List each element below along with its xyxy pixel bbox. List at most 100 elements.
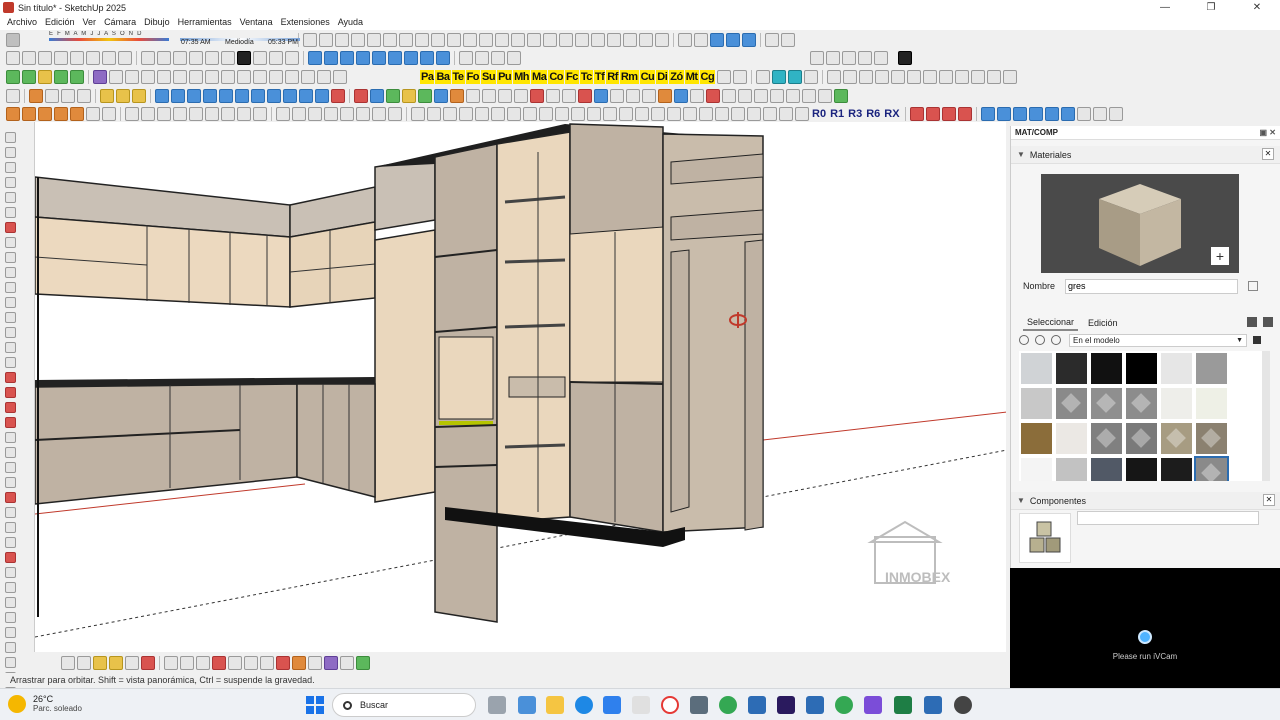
drawing-viewport[interactable]: INMOBEX (34, 122, 1006, 652)
section-icon-2[interactable] (189, 51, 203, 65)
component-icon-5[interactable] (372, 51, 386, 65)
solid-icon-3[interactable] (132, 89, 146, 103)
nav-icon-8[interactable] (1092, 107, 1107, 121)
ax-icon[interactable] (941, 107, 956, 121)
material-swatch[interactable] (1091, 353, 1122, 384)
line-tool-icon[interactable] (5, 222, 16, 233)
shape-icon-12[interactable] (530, 89, 544, 103)
3d-text-icon[interactable] (5, 537, 16, 548)
nav-icon-7[interactable] (1076, 107, 1091, 121)
tool-b-icon-20[interactable] (715, 107, 729, 121)
tag-icon[interactable] (6, 107, 20, 121)
material-swatch[interactable] (1021, 388, 1052, 419)
box-icon[interactable] (463, 32, 477, 47)
view-top-icon[interactable] (141, 107, 155, 121)
view-icon-4[interactable] (237, 107, 251, 121)
plugin-button-tc[interactable]: Tc (579, 70, 593, 84)
arrow-icon[interactable] (559, 32, 573, 47)
bottom-tool-icon-6[interactable] (141, 656, 155, 670)
arrow-blue-icon-5[interactable] (219, 89, 233, 103)
view-bottom-icon[interactable] (221, 107, 235, 121)
plugin-icon-10[interactable] (237, 70, 251, 84)
rotate-rx-button[interactable]: RX (882, 108, 901, 120)
material-swatch[interactable] (1161, 423, 1192, 454)
line-icon[interactable] (285, 70, 299, 84)
component-icon-2[interactable] (324, 51, 338, 65)
tag-icon-2[interactable] (22, 107, 36, 121)
shape-icon-23[interactable] (738, 89, 752, 103)
shape-icon-10[interactable] (498, 89, 512, 103)
forward-icon[interactable] (1253, 336, 1261, 344)
bottom-tool-icon-18[interactable] (340, 656, 354, 670)
line-tool-icon-2[interactable] (5, 237, 16, 248)
plugin-button-tf[interactable]: Tf (593, 70, 606, 84)
cut-icon[interactable] (70, 51, 84, 65)
rectangle-icon[interactable] (5, 252, 16, 263)
add-material-button[interactable]: + (1211, 247, 1229, 265)
window-icon-3[interactable] (842, 51, 856, 65)
material-swatch[interactable] (1196, 423, 1227, 454)
window-icon-2[interactable] (826, 51, 840, 65)
tool-icon-14[interactable] (971, 70, 986, 84)
tab-edit[interactable]: Edición (1084, 316, 1122, 330)
start-button[interactable] (306, 696, 324, 714)
sketchup-icon-3[interactable] (924, 696, 942, 714)
rectangle-tool-icon[interactable] (303, 32, 317, 47)
edge-icon[interactable] (575, 696, 593, 714)
print-icon[interactable] (86, 51, 100, 65)
tag-icon-5[interactable] (70, 107, 84, 121)
tool-b-icon-21[interactable] (731, 107, 745, 121)
tool-b-icon-3[interactable] (443, 107, 457, 121)
tool-b-icon[interactable] (411, 107, 425, 121)
shape-icon-20[interactable] (690, 89, 704, 103)
pencil-icon[interactable] (5, 192, 16, 203)
library-dropdown[interactable]: En el modelo ▼ (1069, 333, 1247, 347)
arrow-blue-icon[interactable] (155, 89, 169, 103)
tool-icon-4[interactable] (804, 70, 819, 84)
arc-icon[interactable] (6, 89, 20, 103)
zoom-icon[interactable] (5, 582, 16, 593)
plugin-button-mt[interactable]: Mt (684, 70, 699, 84)
polygon-icon[interactable] (5, 297, 16, 308)
style-x-icon-5[interactable] (340, 107, 354, 121)
material-swatch[interactable] (1126, 388, 1157, 419)
pages-icon[interactable] (6, 51, 20, 65)
tool-b-icon-6[interactable] (491, 107, 505, 121)
tool-b-icon-12[interactable] (587, 107, 601, 121)
material-swatch[interactable] (1161, 388, 1192, 419)
menu-archivo[interactable]: Archivo (3, 15, 41, 30)
tape-icon[interactable] (5, 462, 16, 473)
component-icon[interactable] (308, 51, 322, 65)
view-icon-2[interactable] (726, 32, 740, 47)
text-tool-icon[interactable] (5, 507, 16, 518)
style-icon-2[interactable] (253, 51, 267, 65)
plugin-button-pa[interactable]: Pa (420, 70, 435, 84)
eraser-icon[interactable] (415, 32, 429, 47)
menu-dibujo[interactable]: Dibujo (140, 15, 174, 30)
close-icon-2[interactable] (795, 107, 809, 121)
teams-icon[interactable] (864, 696, 882, 714)
style-x-icon[interactable] (276, 107, 290, 121)
plugin-button-fo[interactable]: Fo (465, 70, 481, 84)
material-name-field[interactable] (1065, 278, 1239, 294)
rotate-r0-button[interactable]: R0 (810, 108, 828, 120)
close-materials-button[interactable]: ✕ (1262, 148, 1274, 160)
veta-icon-2[interactable] (925, 107, 940, 121)
arrow-blue-icon-6[interactable] (235, 89, 249, 103)
paint-icon[interactable] (5, 162, 16, 173)
plugin-button-su[interactable]: Su (481, 70, 497, 84)
materials-section-header[interactable]: ▼ Materiales ✕ (1011, 146, 1280, 164)
material-swatch[interactable] (1091, 423, 1122, 454)
circle-tool-icon-2[interactable] (5, 282, 16, 293)
style-x-icon-2[interactable] (292, 107, 306, 121)
lasso-icon[interactable] (527, 32, 541, 47)
copy-icon[interactable] (38, 51, 52, 65)
plugin-button-pu[interactable]: Pu (497, 70, 513, 84)
shape-icon-24[interactable] (754, 89, 768, 103)
circle-tool-icon[interactable] (317, 70, 331, 84)
shape-icon-13[interactable] (546, 89, 560, 103)
shape-icon-16[interactable] (626, 89, 640, 103)
extension-warehouse-icon[interactable] (898, 51, 912, 65)
plugin-icon-9[interactable] (221, 70, 235, 84)
page-icon[interactable] (118, 51, 132, 65)
